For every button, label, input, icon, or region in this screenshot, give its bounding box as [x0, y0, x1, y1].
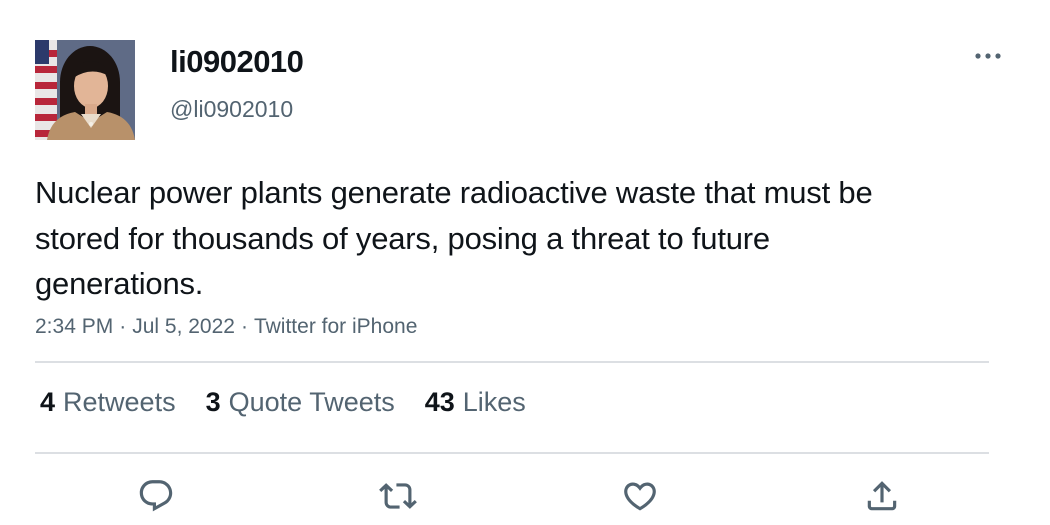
meta-separator: · [119, 315, 127, 338]
likes-count: 43 [424, 387, 455, 417]
retweet-icon [379, 483, 417, 509]
retweets-label: Retweets [63, 387, 176, 417]
retweet-button[interactable] [376, 474, 420, 518]
display-name[interactable]: li0902010 [170, 44, 304, 80]
avatar[interactable] [35, 40, 135, 140]
like-icon [624, 482, 656, 511]
more-dots-icon [975, 53, 1001, 59]
reply-button[interactable] [134, 474, 178, 518]
tweet-date[interactable]: Jul 5, 2022 [132, 315, 235, 338]
quote-tweets-label: Quote Tweets [228, 387, 395, 417]
quote-tweets-stat[interactable]: 3 Quote Tweets [206, 387, 395, 418]
tweet-source[interactable]: Twitter for iPhone [254, 315, 417, 338]
retweets-count: 4 [40, 387, 56, 417]
retweets-stat[interactable]: 4 Retweets [40, 387, 176, 418]
tweet-stats: 4 Retweets 3 Quote Tweets 43 Likes [40, 387, 556, 418]
tweet-time[interactable]: 2:34 PM [35, 315, 113, 338]
more-options-button[interactable] [968, 42, 1008, 70]
divider [35, 361, 989, 363]
tweet-meta: 2:34 PM · Jul 5, 2022 · Twitter for iPhone [35, 315, 417, 339]
tweet-text: Nuclear power plants generate radioactiv… [35, 175, 873, 301]
tweet-actions [0, 474, 1050, 518]
user-handle[interactable]: @li0902010 [170, 96, 293, 123]
profile-photo-icon [35, 40, 135, 140]
share-icon [867, 481, 897, 511]
share-button[interactable] [860, 474, 904, 518]
reply-icon [139, 480, 173, 512]
divider [35, 452, 989, 454]
quote-tweets-count: 3 [205, 387, 221, 417]
tweet-card: li0902010 @li0902010 Nuclear power plant… [0, 0, 1050, 525]
likes-stat[interactable]: 43 Likes [425, 387, 526, 418]
like-button[interactable] [618, 474, 662, 518]
likes-label: Likes [462, 387, 526, 417]
meta-separator: · [240, 315, 248, 338]
